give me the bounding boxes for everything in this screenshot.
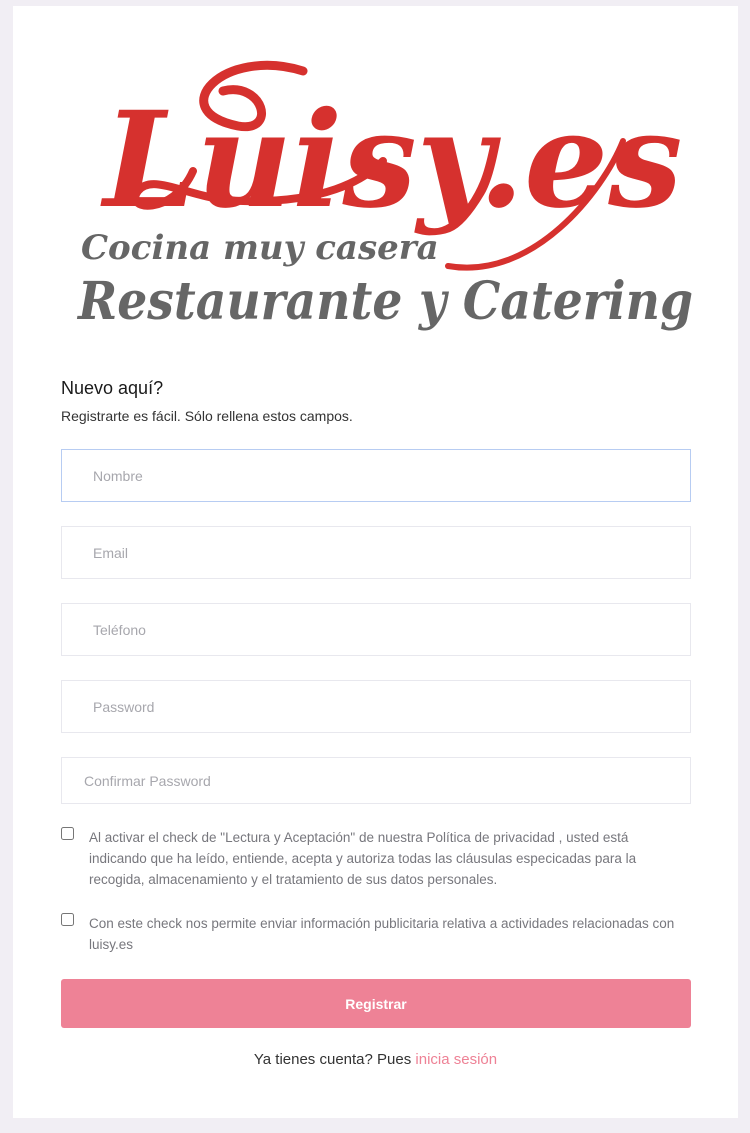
confirm-password-input[interactable]	[61, 757, 691, 804]
privacy-checkbox[interactable]	[61, 827, 74, 840]
phone-input[interactable]	[61, 603, 691, 656]
login-prompt: Ya tienes cuenta? Pues inicia sesión	[13, 1051, 738, 1068]
form-heading: Nuevo aquí?	[61, 378, 164, 398]
logo-tagline: Cocina muy casera	[81, 228, 439, 268]
logo-wordmark: Luisy.es	[99, 83, 682, 238]
login-link[interactable]: inicia sesión	[415, 1051, 497, 1068]
brand-logo: Luisy.es Cocina muy casera Restaurante y…	[63, 51, 713, 351]
register-button[interactable]: Registrar	[61, 979, 691, 1028]
password-input[interactable]	[61, 680, 691, 733]
email-input[interactable]	[61, 526, 691, 579]
logo-subtitle: Restaurante y Catering	[76, 271, 693, 332]
login-prompt-text: Ya tienes cuenta? Pues	[253, 1051, 412, 1068]
privacy-checkbox-label: Al activar el check de "Lectura y Acepta…	[89, 830, 637, 887]
registration-card: Luisy.es Cocina muy casera Restaurante y…	[13, 6, 738, 1118]
name-input[interactable]	[61, 449, 691, 502]
form-subheading: Registrarte es fácil. Sólo rellena estos…	[61, 408, 353, 424]
marketing-checkbox-label: Con este check nos permite enviar inform…	[89, 916, 675, 952]
marketing-checkbox[interactable]	[61, 913, 74, 926]
brand-logo-graphic: Luisy.es Cocina muy casera Restaurante y…	[76, 61, 693, 332]
